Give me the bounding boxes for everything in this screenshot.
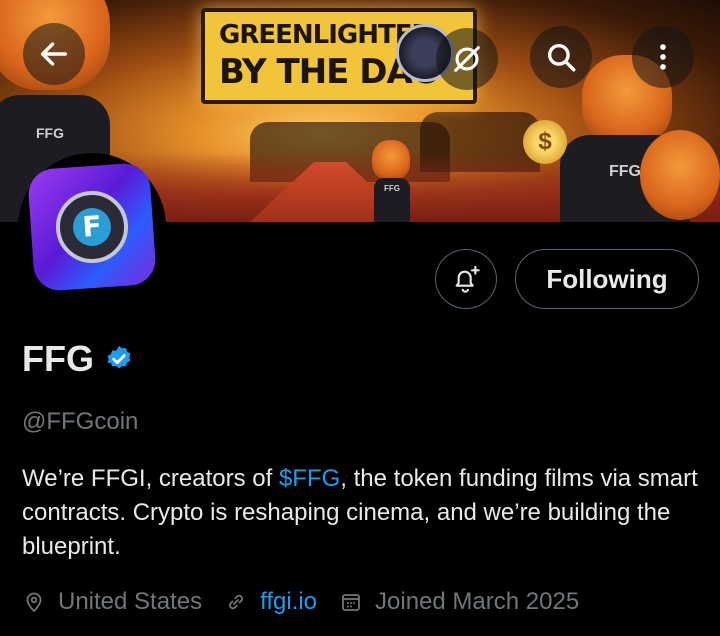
avatar-coin: F: [53, 188, 131, 266]
location-pin-icon: [26, 592, 42, 613]
grok-icon: [454, 46, 480, 72]
bell-plus-icon: [455, 265, 480, 293]
avatar[interactable]: F: [18, 153, 166, 301]
joined-item: Joined March 2025: [339, 588, 579, 616]
gold-coin: $: [523, 120, 567, 164]
calendar-icon: [342, 594, 360, 611]
gold-coin-symbol: $: [538, 128, 552, 155]
back-button[interactable]: [23, 23, 85, 85]
hoodie-center-text: FFG: [384, 184, 400, 193]
search-icon: [547, 43, 576, 72]
fox-center: [372, 140, 410, 180]
verified-badge-icon[interactable]: [104, 344, 134, 374]
bio-text-start: We’re FFGI, creators of: [22, 465, 279, 492]
joined-text: Joined March 2025: [375, 588, 580, 615]
bio-cashtag-link[interactable]: $FFG: [279, 465, 340, 492]
profile-name-row: FFG: [22, 338, 134, 380]
location-text: United States: [58, 588, 203, 615]
hoodie-left-text: FFG: [36, 125, 64, 141]
hoodie-right-text: FFG: [609, 163, 641, 180]
profile-bio: We’re FFGI, creators of $FFG, the token …: [22, 462, 712, 564]
more-button[interactable]: [632, 26, 694, 88]
search-button[interactable]: [530, 26, 592, 88]
avatar-letter: F: [71, 206, 113, 248]
fox-right-tail: [640, 130, 720, 220]
avatar-image: F: [26, 161, 158, 293]
profile-name: FFG: [22, 338, 94, 379]
fox-center-hoodie: FFG: [374, 178, 410, 222]
profile-meta: United States ffgi.io Joined March 2025: [22, 588, 601, 616]
notifications-button[interactable]: [435, 249, 497, 309]
location-item: United States: [22, 588, 202, 616]
grok-button[interactable]: [436, 28, 498, 90]
website-link[interactable]: ffgi.io: [260, 588, 317, 616]
website-item[interactable]: ffgi.io: [224, 588, 317, 616]
link-icon: [229, 594, 244, 610]
arrow-left-icon: [40, 42, 68, 66]
profile-handle: @FFGcoin: [22, 408, 139, 435]
more-vertical-icon: [660, 44, 666, 70]
following-button[interactable]: Following: [515, 249, 699, 309]
